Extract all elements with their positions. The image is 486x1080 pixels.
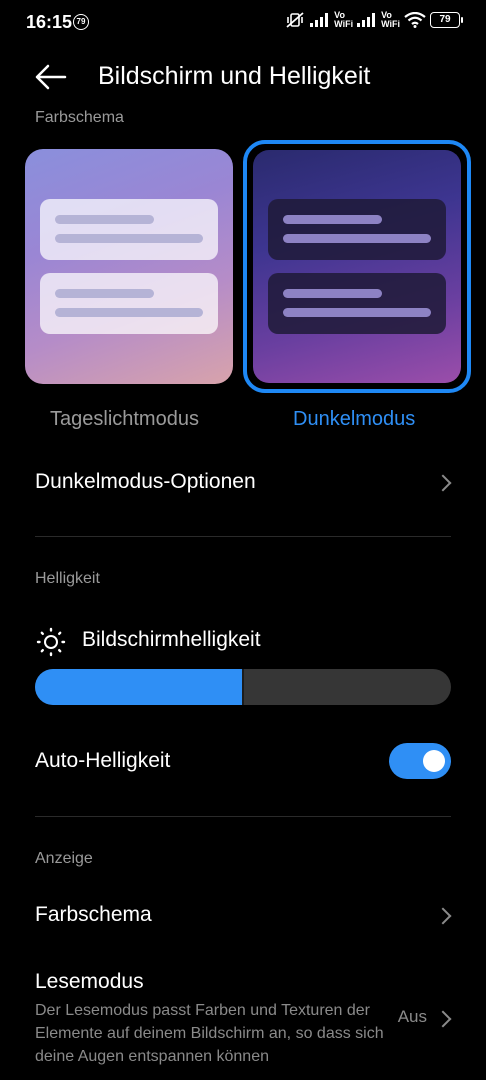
- screen-brightness-label: Bildschirmhelligkeit: [82, 628, 261, 651]
- vibrate-mute-icon: [286, 12, 304, 28]
- vowifi-label-1: Vo WiFi: [334, 10, 354, 29]
- divider: [35, 536, 451, 537]
- status-time: 16:15: [26, 12, 73, 32]
- preview-item: [268, 199, 446, 260]
- brightness-slider[interactable]: [35, 669, 451, 705]
- preview-item: [40, 199, 218, 260]
- battery-indicator: 79: [430, 12, 463, 28]
- reading-mode-label: Lesemodus: [35, 970, 144, 993]
- section-label-display: Anzeige: [35, 850, 93, 867]
- notification-badge: 79: [73, 14, 89, 30]
- divider: [35, 816, 451, 817]
- reading-mode-row[interactable]: Lesemodus Der Lesemodus passt Farben und…: [35, 970, 452, 1070]
- dark-mode-label[interactable]: Dunkelmodus: [293, 408, 415, 431]
- color-scheme-row[interactable]: Farbschema: [35, 903, 452, 929]
- light-mode-label[interactable]: Tageslichtmodus: [50, 408, 199, 431]
- preview-item: [268, 273, 446, 334]
- status-bar: 16:15 79 Vo WiFi Vo WiFi 79: [0, 0, 486, 44]
- preview-item: [40, 273, 218, 334]
- section-label-color-scheme: Farbschema: [35, 109, 124, 126]
- chevron-right-icon: [434, 474, 452, 492]
- signal-icon-1: [310, 13, 329, 27]
- page-title: Bildschirm und Helligkeit: [98, 62, 371, 90]
- color-scheme-label: Farbschema: [35, 903, 152, 926]
- dark-mode-options-label: Dunkelmodus-Optionen: [35, 470, 256, 493]
- auto-brightness-toggle[interactable]: [389, 743, 451, 779]
- section-label-brightness: Helligkeit: [35, 570, 100, 587]
- wifi-icon: [404, 12, 426, 28]
- auto-brightness-label: Auto-Helligkeit: [35, 749, 171, 772]
- status-icons: Vo WiFi Vo WiFi 79: [284, 10, 463, 29]
- dark-mode-card[interactable]: [243, 140, 471, 393]
- vowifi-label-2: Vo WiFi: [381, 10, 400, 29]
- back-arrow-icon[interactable]: [34, 60, 68, 94]
- sun-icon: [36, 627, 66, 657]
- header: Bildschirm und Helligkeit: [0, 52, 486, 102]
- reading-mode-description: Der Lesemodus passt Farben und Texturen …: [35, 1002, 384, 1065]
- brightness-slider-fill: [35, 669, 243, 705]
- dark-mode-options-row[interactable]: Dunkelmodus-Optionen: [35, 470, 452, 496]
- light-mode-card[interactable]: [25, 149, 233, 384]
- reading-mode-value: Aus: [397, 1007, 427, 1026]
- toggle-knob: [423, 750, 445, 772]
- signal-icon-2: [357, 13, 376, 27]
- brightness-slider-handle[interactable]: [242, 669, 244, 705]
- chevron-right-icon: [434, 907, 452, 925]
- chevron-right-icon: [434, 1010, 452, 1028]
- dark-mode-preview: [253, 150, 461, 383]
